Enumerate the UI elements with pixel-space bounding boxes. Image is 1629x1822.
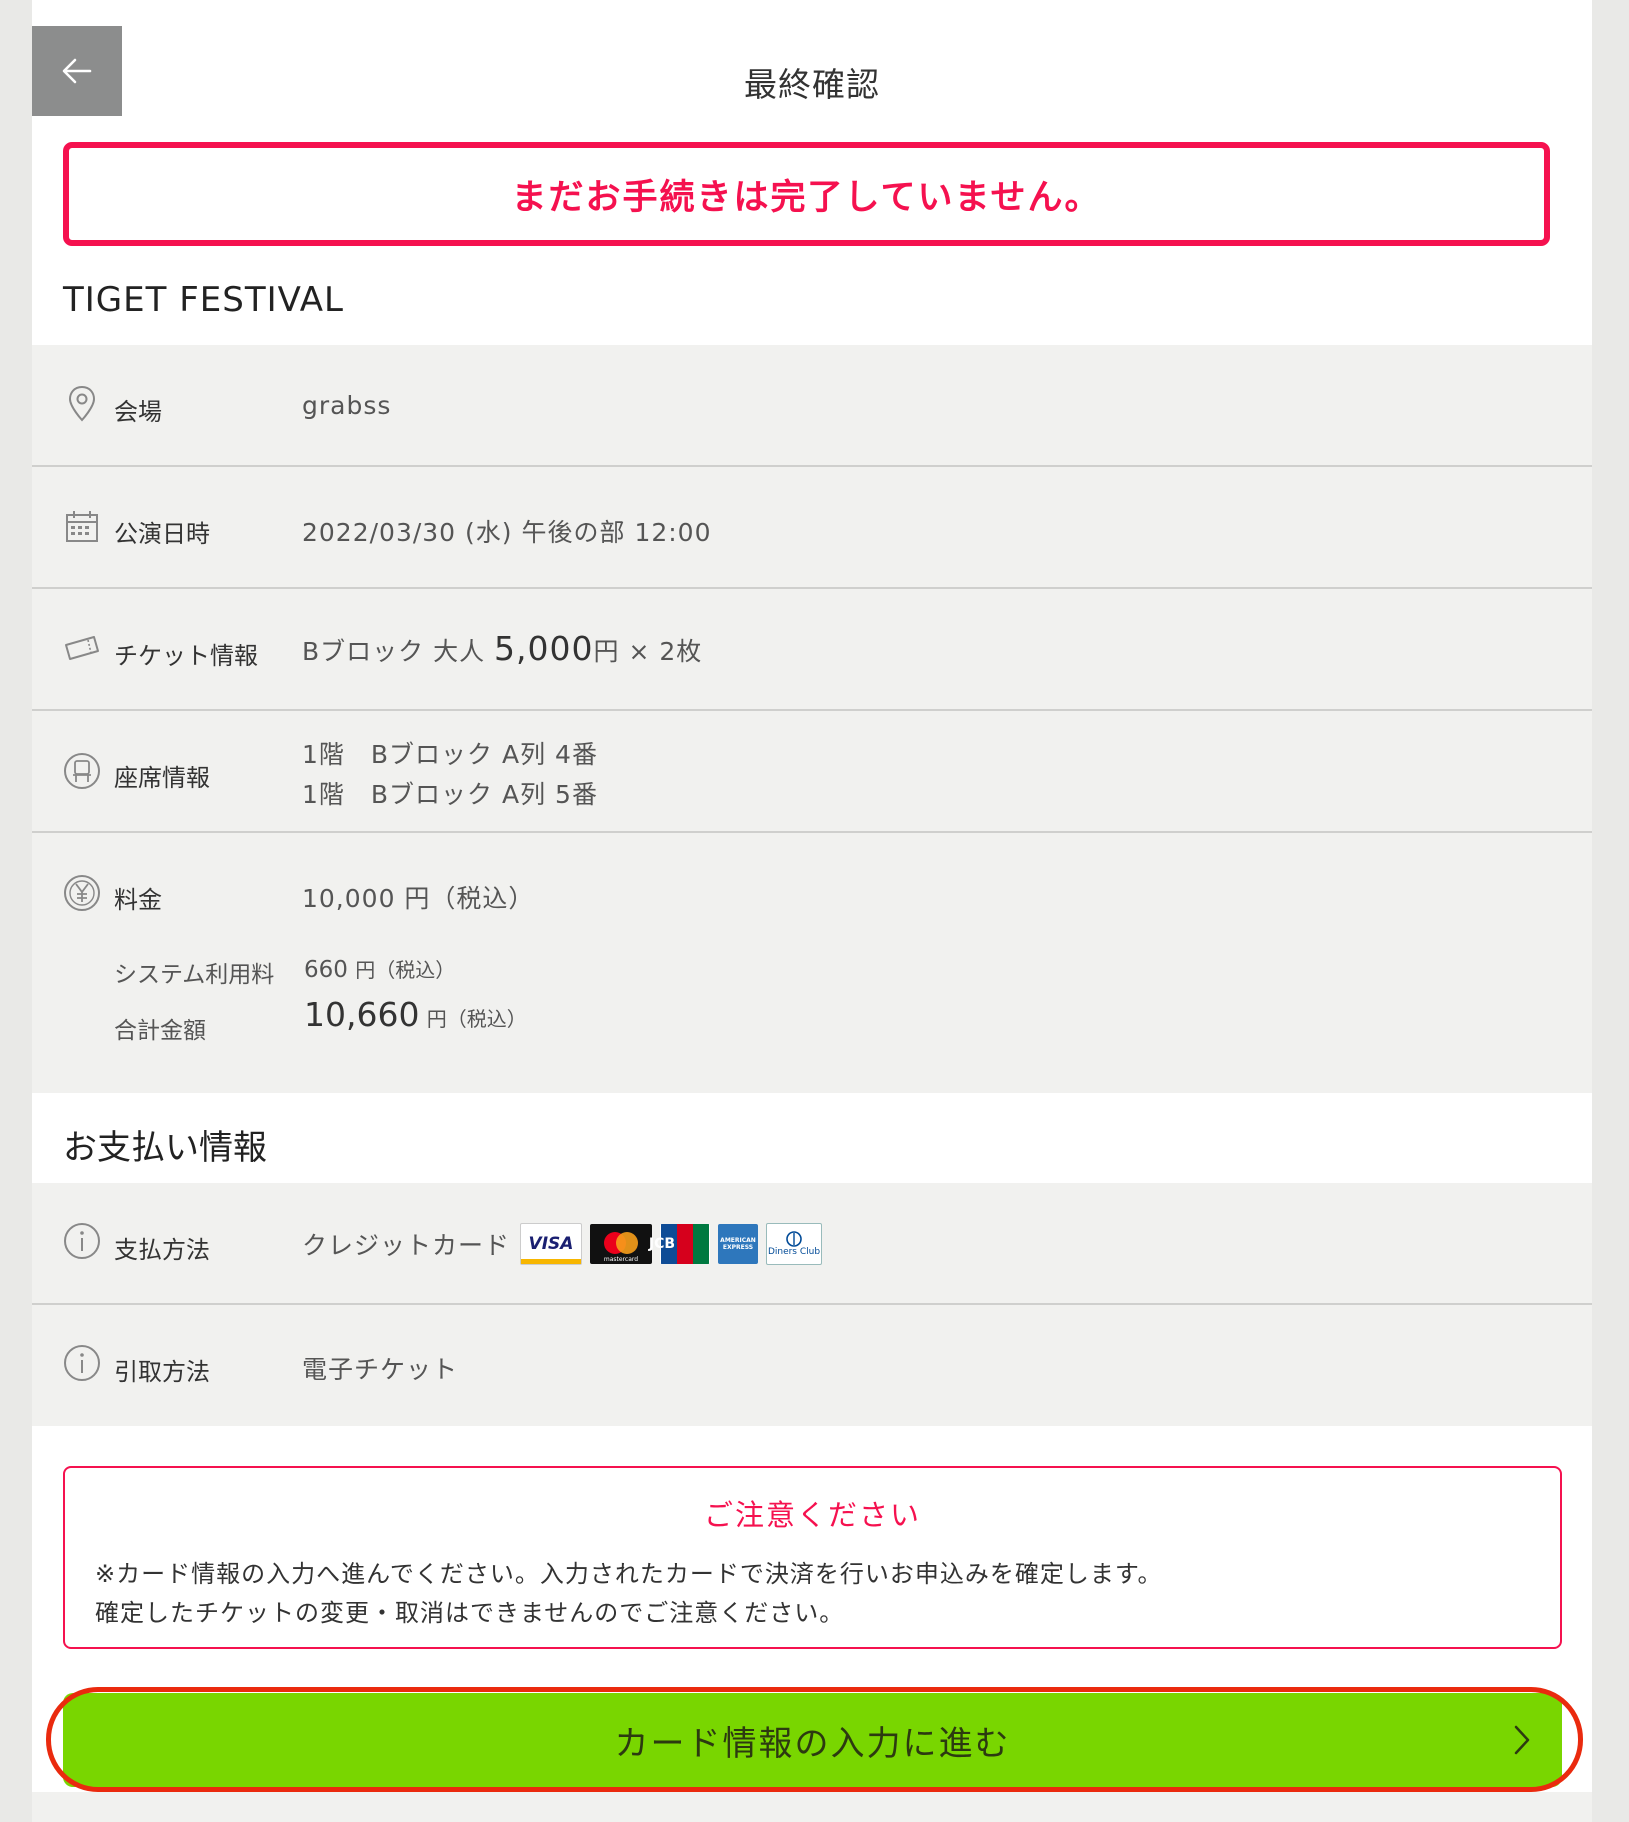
seat-1: 1階 Bブロック A列 4番 [302,740,598,769]
mastercard-circles-icon [604,1232,638,1254]
fee-row: 料金 10,000 円（税込） システム利用料 660 円（税込） 合計金額 1… [32,833,1592,1093]
diners-logo-text: Diners Club [767,1247,821,1257]
notice-line-1: ※カード情報の入力へ進んでください。入力されたカードで決済を行いお申込みを確定し… [95,1560,1163,1588]
diners-logo: Diners Club [766,1223,822,1265]
system-fee-label: システム利用料 [114,962,275,988]
diners-circle-icon [786,1231,802,1247]
info-icon [64,1345,100,1381]
ticket-price: 5,000 [494,629,594,668]
ticket-type: Bブロック 大人 [302,637,495,666]
ticket-value: Bブロック 大人 5,000円 × 2枚 [302,629,702,668]
seat-row: 座席情報 1階 Bブロック A列 4番 1階 Bブロック A列 5番 [32,711,1592,833]
amex-logo: AMERICAN EXPRESS [718,1224,758,1264]
datetime-row: 公演日時 2022/03/30 (水) 午後の部 12:00 [32,467,1592,589]
payment-method-label: 支払方法 [114,1236,210,1264]
total-unit: 円（税込） [426,1007,527,1031]
visa-logo: VISA [520,1223,582,1265]
pickup-row: 引取方法 電子チケット [32,1305,1592,1426]
visa-logo-text: VISA [528,1234,574,1254]
alert-message: まだお手続きは完了していません。 [511,177,1102,218]
mastercard-logo-text: mastercard [603,1256,639,1263]
proceed-to-card-input-button[interactable]: カード情報の入力に進む [63,1693,1562,1787]
system-fee-amount: 660 [304,957,348,983]
ticket-label: チケット情報 [114,642,258,670]
jcb-logo: JCB [648,1224,710,1264]
pickup-label: 引取方法 [114,1358,210,1386]
ticket-icon [65,636,99,660]
jcb-logo-text: JCB [648,1236,676,1252]
chevron-right-icon [1514,1725,1530,1755]
caution-notice: ご注意ください ※カード情報の入力へ進んでください。入力されたカードで決済を行い… [63,1466,1562,1649]
payment-method-value: クレジットカード [302,1231,511,1260]
datetime-label: 公演日時 [114,520,210,548]
yen-icon [64,875,100,911]
system-fee-value: 660 円（税込） [304,954,455,983]
confirmation-page: 最終確認 まだお手続きは完了していません。 TIGET FESTIVAL 会場 … [32,0,1592,1822]
event-title: TIGET FESTIVAL [63,280,344,320]
mastercard-logo: mastercard [590,1224,652,1264]
card-brand-logos: VISA mastercard JCB AMERICAN EXPRESS Din… [520,1223,822,1265]
total-value: 10,660 円（税込） [304,995,527,1034]
fee-label: 料金 [114,886,162,914]
seat-2: 1階 Bブロック A列 5番 [302,780,598,809]
pickup-value: 電子チケット [302,1355,459,1384]
datetime-value: 2022/03/30 (水) 午後の部 12:00 [302,518,712,547]
fee-value: 10,000 円（税込） [302,884,535,913]
ticket-quantity: × 2枚 [619,637,703,666]
event-details: 会場 grabss 公演日時 2022/03/30 (水) 午後の部 12:00… [32,345,1592,1093]
venue-value: grabss [302,391,392,420]
ticket-row: チケット情報 Bブロック 大人 5,000円 × 2枚 [32,589,1592,711]
incomplete-alert: まだお手続きは完了していません。 [63,142,1550,246]
page-title: 最終確認 [744,65,880,104]
payment-method-row: 支払方法 クレジットカード VISA mastercard JCB AMERIC… [32,1183,1592,1305]
seat-label: 座席情報 [114,764,210,792]
ticket-yen: 円 [593,637,620,666]
map-pin-icon [68,385,96,422]
seat-icon [64,753,100,789]
amex-logo-text: AMERICAN EXPRESS [720,1237,756,1251]
venue-label: 会場 [114,398,162,426]
total-label: 合計金額 [114,1018,206,1044]
system-fee-unit: 円（税込） [355,958,456,982]
payment-details: 支払方法 クレジットカード VISA mastercard JCB AMERIC… [32,1183,1592,1426]
calendar-icon [66,511,98,542]
info-icon [64,1223,100,1259]
bottom-strip [32,1792,1592,1822]
payment-section-title: お支払い情報 [63,1128,267,1168]
notice-line-2: 確定したチケットの変更・取消はできませんのでご注意ください。 [95,1599,845,1627]
venue-row: 会場 grabss [32,345,1592,467]
total-amount: 10,660 [304,995,420,1034]
notice-title: ご注意ください [703,1498,921,1532]
cta-label: カード情報の入力に進む [614,1723,1011,1764]
